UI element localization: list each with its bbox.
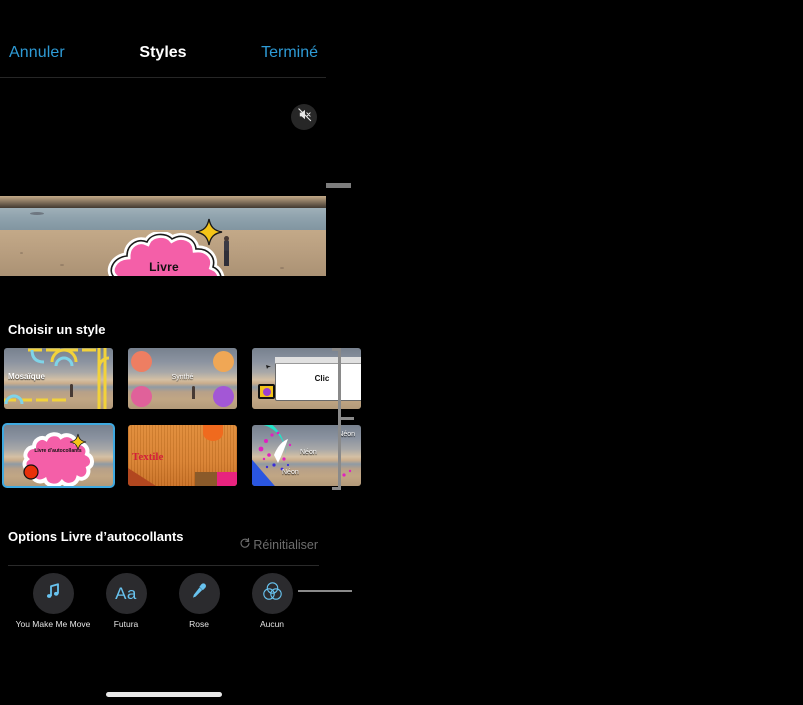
style-thumb-label-3: Néon [282, 469, 299, 476]
options-divider [8, 565, 319, 566]
preview-sea [0, 208, 326, 232]
style-thumb-label: Mosaïque [8, 372, 45, 381]
reset-label: Réinitialiser [253, 537, 318, 552]
mute-button[interactable] [291, 104, 317, 130]
option-label: Rose [189, 619, 209, 629]
style-thumb-label: Livre d’autocollants [34, 448, 82, 454]
style-thumb-label: Synthé [171, 374, 194, 381]
preview-edge-handle[interactable] [326, 183, 351, 188]
style-thumb-synthe[interactable]: Synthé [128, 348, 237, 409]
option-icon-circle [32, 573, 74, 614]
option-label: Futura [113, 619, 139, 629]
option-icon-circle [178, 573, 220, 614]
style-grid-edge-tick [341, 417, 354, 420]
reset-button[interactable]: Réinitialiser [239, 537, 318, 552]
music-note-icon [43, 581, 63, 606]
filter-circles-icon [262, 581, 283, 607]
option-filter[interactable]: Aucun [232, 573, 312, 629]
speaker-mute-icon [297, 107, 312, 127]
option-soundtrack[interactable]: You Make Me Move [13, 573, 93, 629]
video-preview[interactable]: Livre d’autocollants [0, 92, 326, 276]
sticker-text-line1: Livre [149, 260, 179, 274]
beach-speck [280, 267, 284, 269]
style-thumb-label: Clic [314, 374, 330, 383]
option-icon-circle: Aa [105, 573, 147, 614]
sticker-cloud[interactable]: Livre d’autocollants [94, 232, 234, 276]
navigation-bar: Annuler Styles Terminé [0, 38, 326, 78]
option-font[interactable]: Aa Futura [86, 573, 166, 629]
option-label: You Make Me Move [15, 619, 91, 629]
styles-panel: Annuler Styles Terminé Livre Choisir un … [0, 0, 361, 705]
text-format-icon: Aa [115, 583, 137, 603]
reset-circular-arrow-icon [239, 537, 251, 552]
style-thumb-label: Textile [132, 451, 164, 463]
style-thumb-neon[interactable]: Néon Néon Néon [252, 425, 361, 486]
options-row: You Make Me Move Aa Futura Rose Aucun [0, 573, 351, 643]
beach-speck [60, 264, 64, 266]
sticker-text-line2: d’autocollants [94, 275, 234, 276]
option-color[interactable]: Rose [159, 573, 239, 629]
sticker-text: Livre d’autocollants [94, 260, 234, 276]
option-icon-circle [251, 573, 293, 614]
eyedropper-icon [189, 581, 209, 606]
distant-shore [30, 212, 44, 215]
style-thumb-clic[interactable]: Clic [252, 348, 361, 409]
style-grid-edge-bracket [332, 348, 341, 490]
options-edge-handle[interactable] [298, 590, 352, 592]
options-title: Options Livre d’autocollants [8, 529, 184, 544]
done-button[interactable]: Terminé [261, 44, 318, 62]
style-thumb-livre-dautocollants[interactable]: Livre d’autocollants [2, 423, 115, 488]
option-label: Aucun [259, 619, 285, 629]
screen: Annuler Styles Terminé Livre Choisir un … [0, 0, 803, 705]
beach-speck [20, 252, 23, 254]
home-indicator[interactable] [106, 692, 222, 697]
style-chooser-heading: Choisir un style [8, 322, 106, 337]
style-thumb-label-2: Néon [300, 449, 317, 456]
style-thumb-textile[interactable]: Textile [128, 425, 237, 486]
style-thumb-mosaique[interactable]: Mosaïque [4, 348, 113, 409]
